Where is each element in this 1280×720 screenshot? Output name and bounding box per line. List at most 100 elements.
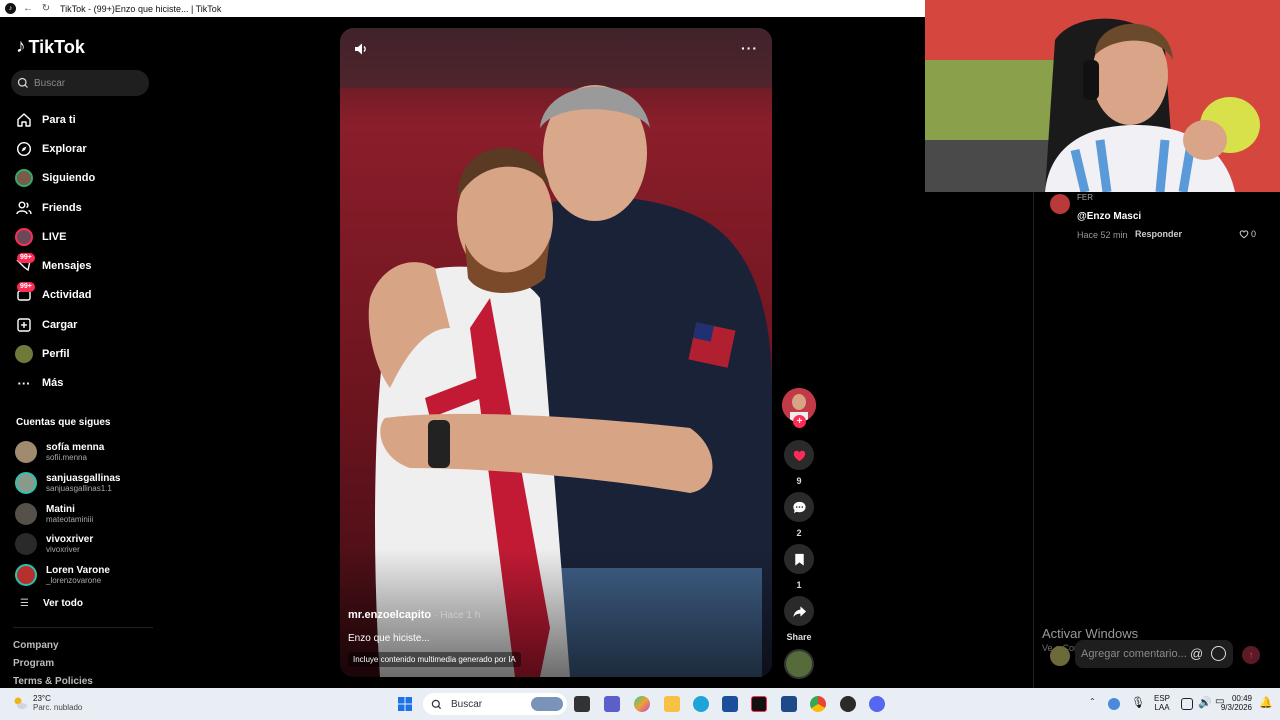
- nav-item-para-ti[interactable]: Para ti: [15, 105, 155, 134]
- following-item[interactable]: sofía menna sofii.menna: [15, 437, 155, 468]
- following-name: sofía menna: [46, 442, 105, 454]
- nav-item-mas[interactable]: ··· Más: [15, 369, 155, 398]
- profile-icon: [15, 345, 33, 364]
- footer-link-terms[interactable]: Terms & Policies: [13, 676, 93, 687]
- taskbar-search-label: Buscar: [451, 698, 483, 710]
- emoji-icon[interactable]: [1211, 646, 1226, 661]
- language-indicator[interactable]: ESP LAA: [1154, 694, 1170, 712]
- following-title: Cuentas que sigues: [16, 417, 111, 428]
- clock[interactable]: 00:49 9/3/2026: [1221, 694, 1252, 712]
- music-disc-icon[interactable]: [784, 649, 814, 679]
- nav-item-explorar[interactable]: Explorar: [15, 134, 155, 163]
- weather-widget[interactable]: 23°C Parc. nublado: [12, 694, 82, 712]
- mic-tray-icon[interactable]: 🎙: [1131, 696, 1145, 709]
- photoshop-icon[interactable]: [781, 696, 797, 712]
- chrome-icon[interactable]: [810, 696, 826, 712]
- mention-icon[interactable]: @: [1190, 646, 1203, 661]
- tray-chevron-icon[interactable]: ⌃: [1089, 697, 1096, 706]
- following-item[interactable]: Loren Varone _lorenzovarone: [15, 560, 155, 591]
- sidebar: ♪ TikTok Buscar Para ti Explorar Siguien…: [0, 17, 160, 688]
- following-item[interactable]: Matini mateotaminiii: [15, 498, 155, 529]
- edge-icon[interactable]: [693, 696, 709, 712]
- nav-item-perfil[interactable]: Perfil: [15, 339, 155, 368]
- comment-text: @Enzo Masci: [1077, 211, 1142, 222]
- search-input[interactable]: Buscar: [11, 70, 149, 96]
- comment-username[interactable]: FER: [1077, 193, 1093, 202]
- task-view-icon[interactable]: [574, 696, 590, 712]
- weather-temp: 23°C: [33, 694, 51, 703]
- nav-label: Siguiendo: [42, 172, 96, 185]
- windows-start-icon[interactable]: [397, 696, 413, 712]
- store-icon[interactable]: [722, 696, 738, 712]
- screen: ♪ ← ↻ TikTok - (99+)Enzo que hiciste... …: [0, 0, 1280, 720]
- footer-link-company[interactable]: Company: [13, 640, 59, 651]
- tab-title[interactable]: TikTok - (99+)Enzo que hiciste... | TikT…: [60, 4, 221, 14]
- wifi-display-icon[interactable]: [1181, 698, 1193, 710]
- footer-link-program[interactable]: Program: [13, 658, 54, 669]
- nav-label: Actividad: [42, 289, 92, 302]
- video-player[interactable]: ··· mr.enzoelcapito · Hace 1 h Enzo que …: [340, 28, 772, 677]
- following-item[interactable]: vivoxriver vivoxriver: [15, 529, 155, 560]
- comment-like-count: 0: [1251, 229, 1257, 239]
- network-tray-icon[interactable]: [1108, 698, 1120, 710]
- search-icon: [431, 699, 442, 709]
- notifications-icon[interactable]: 🔔: [1259, 696, 1273, 709]
- clock-time: 00:49: [1231, 694, 1252, 703]
- save-button[interactable]: [784, 544, 814, 574]
- nav-label: Perfil: [42, 348, 70, 361]
- comment-like-button[interactable]: 0: [1239, 229, 1256, 239]
- nav-item-friends[interactable]: Friends: [15, 193, 155, 222]
- nav-item-live[interactable]: LIVE: [15, 222, 155, 251]
- nav-item-mensajes[interactable]: 99+ Mensajes: [15, 251, 155, 280]
- windows-taskbar: 23°C Parc. nublado Buscar ⌃ 🎙 ESP LAA 🔊: [0, 688, 1280, 720]
- comment-button[interactable]: [784, 492, 814, 522]
- search-highlight-icon: [531, 697, 563, 711]
- nav-item-cargar[interactable]: Cargar: [15, 310, 155, 339]
- more-options-icon[interactable]: ···: [741, 40, 758, 56]
- nav-label: Cargar: [42, 318, 78, 331]
- following-item[interactable]: sanjuasgallinas sanjuasgallinas1.1: [15, 468, 155, 499]
- following-list: sofía menna sofii.menna sanjuasgallinas sa…: [15, 437, 155, 590]
- following-username: sofii.menna: [46, 453, 87, 463]
- home-icon: [17, 112, 31, 127]
- reload-icon[interactable]: ↻: [40, 3, 52, 15]
- share-label: Share: [786, 632, 812, 642]
- nav-item-siguiendo[interactable]: Siguiendo: [15, 164, 155, 193]
- heart-icon: [793, 450, 805, 461]
- nav-item-actividad[interactable]: 99+ Actividad: [15, 281, 155, 310]
- following-avatar-icon: [15, 169, 33, 188]
- file-explorer-icon[interactable]: [664, 696, 680, 712]
- volume-tray-icon[interactable]: 🔊: [1198, 696, 1212, 709]
- live-icon: [15, 227, 33, 246]
- like-button[interactable]: [784, 440, 814, 470]
- reply-button[interactable]: Responder: [1135, 229, 1182, 239]
- activity-badge: 99+: [17, 282, 35, 293]
- send-comment-button[interactable]: ↑: [1242, 646, 1260, 664]
- taskbar-search[interactable]: Buscar: [423, 693, 567, 715]
- search-placeholder: Buscar: [34, 77, 66, 89]
- copilot-icon[interactable]: [634, 696, 650, 712]
- avatar: [15, 441, 37, 464]
- obs-icon[interactable]: [840, 696, 856, 712]
- tiktok-app-icon[interactable]: [751, 696, 767, 712]
- video-author[interactable]: mr.enzoelcapito · Hace 1 h: [348, 609, 480, 621]
- comment-avatar[interactable]: [1050, 194, 1070, 214]
- more-dots-icon: ···: [17, 375, 31, 391]
- follow-plus-button[interactable]: +: [793, 415, 806, 428]
- comment-input[interactable]: Agregar comentario...: [1075, 640, 1233, 668]
- nav-label: Mensajes: [42, 260, 92, 273]
- teams-icon[interactable]: [604, 696, 620, 712]
- see-all-link[interactable]: ☰ Ver todo: [20, 598, 83, 609]
- activate-windows-title: Activar Windows: [1042, 626, 1139, 641]
- volume-icon[interactable]: [353, 41, 369, 57]
- like-count: 9: [796, 476, 802, 486]
- back-arrow-icon[interactable]: ←: [22, 3, 34, 15]
- main-nav: Para ti Explorar Siguiendo Friends LIVE …: [15, 105, 155, 398]
- share-button[interactable]: [784, 596, 814, 626]
- following-name: vivoxriver: [46, 534, 94, 546]
- friends-icon: [16, 201, 32, 214]
- tiktok-logo[interactable]: ♪ TikTok: [16, 36, 85, 58]
- discord-icon[interactable]: [869, 696, 885, 712]
- following-username: vivoxriver: [46, 545, 80, 555]
- comments-panel: FER @Enzo Masci Hace 52 min Responder 0 …: [1033, 192, 1280, 688]
